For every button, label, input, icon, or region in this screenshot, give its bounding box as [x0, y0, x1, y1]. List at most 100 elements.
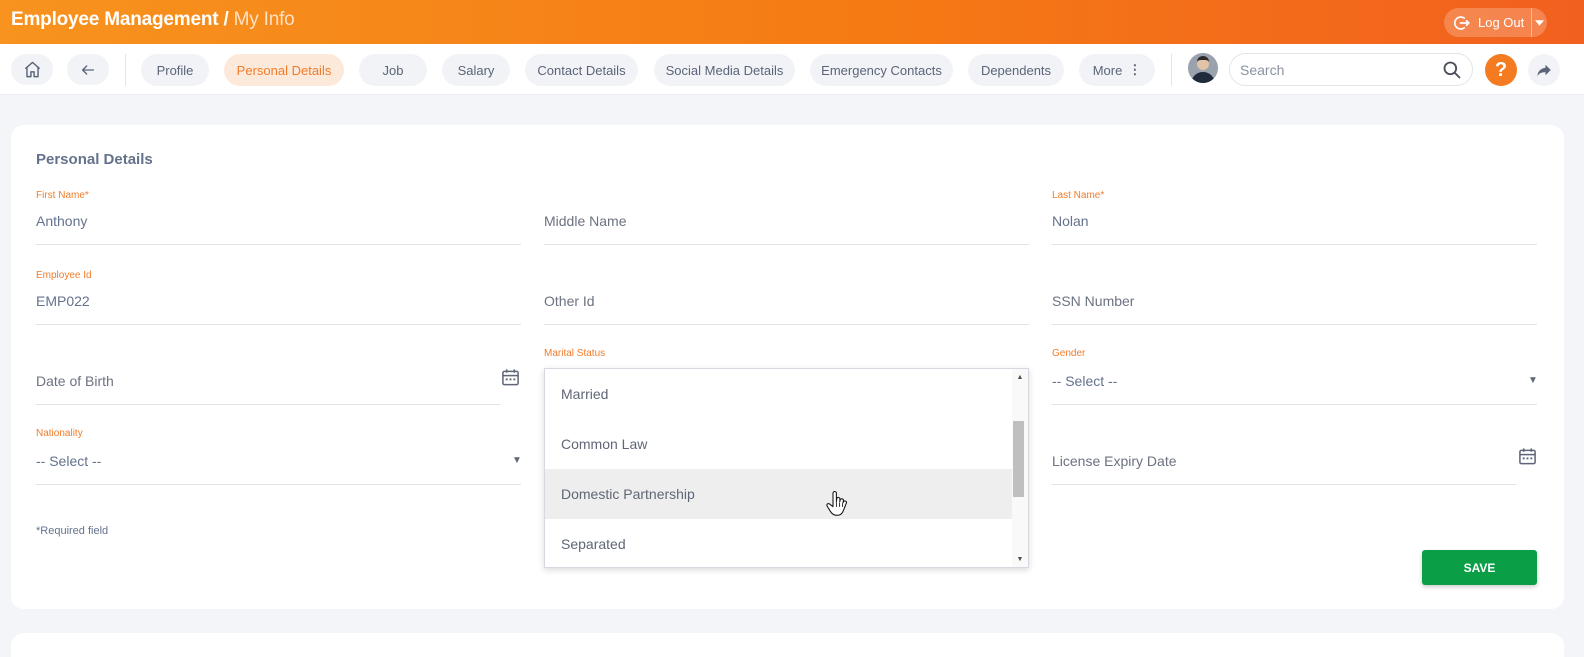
- middle-name-field[interactable]: Middle Name: [544, 190, 1029, 246]
- logout-label: Log Out: [1478, 15, 1525, 30]
- app-title-separator: /: [223, 9, 229, 30]
- help-icon: ?: [1494, 58, 1508, 81]
- search-box: [1229, 53, 1473, 86]
- field-underline: [544, 324, 1029, 325]
- middle-name-placeholder: Middle Name: [544, 213, 627, 229]
- field-underline: [1052, 404, 1537, 405]
- avatar[interactable]: [1188, 53, 1218, 83]
- tab-dependents[interactable]: Dependents: [968, 54, 1064, 86]
- tab-job[interactable]: Job: [359, 54, 427, 86]
- field-underline: [1052, 484, 1516, 485]
- field-underline: [1052, 324, 1537, 325]
- tab-label: Contact Details: [537, 62, 626, 78]
- other-id-placeholder: Other Id: [544, 293, 595, 309]
- nationality-select[interactable]: Nationality -- Select -- ▼: [36, 428, 522, 486]
- tab-label: Salary: [457, 62, 495, 78]
- tab-more[interactable]: More ⋮: [1079, 54, 1155, 86]
- search-input[interactable]: [1240, 61, 1430, 79]
- employee-id-label: Employee Id: [36, 270, 92, 281]
- option-common-law[interactable]: Common Law: [545, 419, 1013, 469]
- gender-label: Gender: [1052, 348, 1086, 359]
- marital-status-label: Marital Status: [544, 348, 606, 359]
- logout-icon: [1454, 15, 1470, 30]
- gender-value: -- Select --: [1052, 373, 1118, 389]
- back-button[interactable]: [67, 54, 109, 85]
- ssn-field[interactable]: SSN Number: [1052, 270, 1537, 326]
- tab-label: Personal Details: [236, 62, 332, 78]
- share-icon: [1537, 64, 1551, 76]
- tab-label: More: [1092, 62, 1123, 78]
- ssn-placeholder: SSN Number: [1052, 293, 1135, 309]
- field-underline: [36, 324, 521, 325]
- date-of-birth-field[interactable]: Date of Birth: [36, 350, 521, 406]
- field-underline: [544, 244, 1029, 245]
- date-of-birth-placeholder: Date of Birth: [36, 373, 114, 389]
- employee-id-field[interactable]: Employee Id EMP022: [36, 270, 521, 326]
- scroll-up-arrow-icon[interactable]: ▲: [1014, 370, 1026, 384]
- logout-button-group: Log Out: [1444, 8, 1547, 37]
- caret-down-icon: ▼: [1528, 375, 1538, 386]
- last-name-field[interactable]: Last Name* Nolan: [1052, 190, 1537, 246]
- marital-status-field[interactable]: Marital Status: [544, 348, 1029, 368]
- tab-label: Dependents: [980, 62, 1052, 78]
- option-domestic-partnership[interactable]: Domestic Partnership: [545, 469, 1013, 519]
- other-id-field[interactable]: Other Id: [544, 270, 1029, 326]
- field-underline: [1052, 244, 1537, 245]
- nav-divider: [1171, 54, 1172, 86]
- nationality-label: Nationality: [36, 428, 83, 439]
- nav-divider: [125, 54, 126, 86]
- kebab-icon: ⋮: [1128, 62, 1142, 77]
- scroll-down-arrow-icon[interactable]: ▼: [1014, 552, 1026, 566]
- caret-down-icon: [1535, 19, 1544, 26]
- tab-profile[interactable]: Profile: [141, 54, 209, 86]
- tab-label: Emergency Contacts: [821, 62, 942, 78]
- marital-status-listbox: Married Common Law Domestic Partnership …: [544, 368, 1029, 568]
- tab-salary[interactable]: Salary: [442, 54, 510, 86]
- home-button[interactable]: [11, 54, 53, 85]
- tab-contact-details[interactable]: Contact Details: [525, 54, 638, 86]
- tab-label: Social Media Details: [665, 62, 784, 78]
- required-field-note: *Required field: [36, 525, 109, 537]
- tab-personal-details[interactable]: Personal Details: [224, 54, 344, 86]
- tab-label: Profile: [156, 62, 194, 78]
- tab-label: Job: [382, 62, 404, 78]
- field-underline: [36, 484, 521, 485]
- calendar-icon[interactable]: [501, 368, 520, 387]
- employee-tabs-bar: Profile Personal Details Job Salary Cont…: [0, 44, 1584, 95]
- logout-dropdown-toggle[interactable]: [1532, 8, 1547, 37]
- search-icon[interactable]: [1442, 60, 1462, 80]
- scrollbar-thumb[interactable]: [1013, 421, 1024, 497]
- app-title-subtitle: My Info: [233, 9, 295, 30]
- option-married[interactable]: Married: [545, 369, 1013, 419]
- gender-select[interactable]: Gender -- Select -- ▼: [1052, 348, 1538, 406]
- arrow-left-icon: [82, 64, 94, 75]
- field-underline: [36, 404, 500, 405]
- home-icon: [24, 61, 40, 78]
- share-button[interactable]: [1528, 54, 1560, 86]
- field-underline: [36, 244, 521, 245]
- user-avatar-icon: [1188, 53, 1218, 83]
- logout-button[interactable]: Log Out: [1444, 8, 1531, 37]
- hand-cursor-icon: [826, 491, 848, 516]
- save-button[interactable]: SAVE: [1422, 550, 1537, 585]
- section-title: Personal Details: [36, 151, 153, 168]
- help-button[interactable]: ?: [1485, 54, 1517, 86]
- license-expiry-placeholder: License Expiry Date: [1052, 453, 1177, 469]
- first-name-label: First Name*: [36, 190, 89, 201]
- option-separated[interactable]: Separated: [545, 519, 1013, 567]
- secondary-card: [11, 633, 1564, 657]
- caret-down-icon: ▼: [512, 455, 522, 466]
- calendar-icon[interactable]: [1518, 447, 1537, 466]
- tab-social-media-details[interactable]: Social Media Details: [654, 54, 795, 86]
- employee-id-value: EMP022: [36, 293, 90, 309]
- last-name-value: Nolan: [1052, 213, 1089, 229]
- first-name-value: Anthony: [36, 213, 88, 229]
- last-name-label: Last Name*: [1052, 190, 1105, 201]
- app-title-main: Employee Management: [11, 9, 219, 30]
- tab-emergency-contacts[interactable]: Emergency Contacts: [810, 54, 953, 86]
- license-expiry-date-field[interactable]: License Expiry Date: [1052, 428, 1537, 486]
- top-header: Employee Management / My Info Log Out: [0, 0, 1584, 44]
- first-name-field[interactable]: First Name* Anthony: [36, 190, 521, 246]
- nationality-value: -- Select --: [36, 453, 102, 469]
- app-title: Employee Management / My Info: [11, 9, 295, 31]
